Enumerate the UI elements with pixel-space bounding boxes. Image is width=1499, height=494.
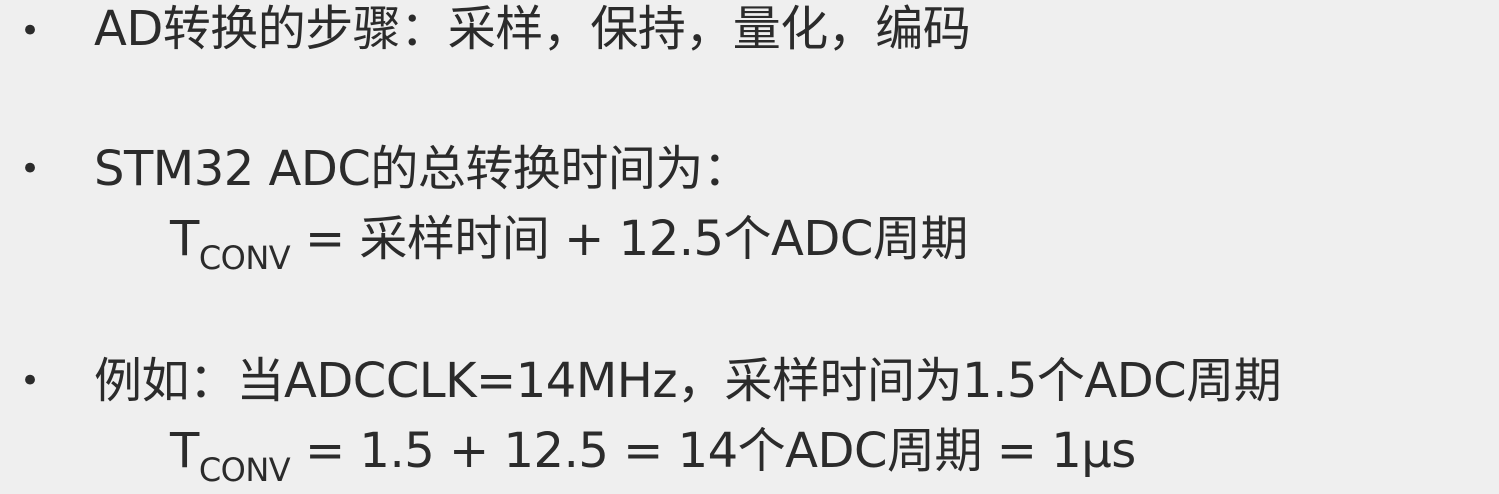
bullet-marker-1: • bbox=[20, 11, 41, 51]
bullet-text-conversion-time: STM32 ADC的总转换时间为： bbox=[94, 141, 751, 197]
bullet-text-ad-steps: AD转换的步骤：采样，保持，量化，编码 bbox=[94, 1, 971, 57]
bullet-marker-3: • bbox=[20, 361, 41, 401]
formula-symbol: T bbox=[170, 211, 199, 267]
formula-rhs: = 采样时间 + 12.5个ADC周期 bbox=[290, 211, 968, 267]
slide: • AD转换的步骤：采样，保持，量化，编码 • STM32 ADC的总转换时间为… bbox=[0, 0, 1499, 494]
formula-subscript: CONV bbox=[198, 239, 291, 277]
formula-symbol: T bbox=[170, 423, 199, 479]
formula-subscript: CONV bbox=[198, 451, 291, 489]
formula-tconv-example: TCONV = 1.5 + 12.5 = 14个ADC周期 = 1μs bbox=[170, 422, 1136, 489]
formula-rhs: = 1.5 + 12.5 = 14个ADC周期 = 1μs bbox=[290, 423, 1136, 479]
bullet-text-example: 例如：当ADCCLK=14MHz，采样时间为1.5个ADC周期 bbox=[94, 353, 1282, 409]
formula-tconv-general: TCONV = 采样时间 + 12.5个ADC周期 bbox=[170, 210, 968, 277]
bullet-marker-2: • bbox=[20, 149, 41, 189]
